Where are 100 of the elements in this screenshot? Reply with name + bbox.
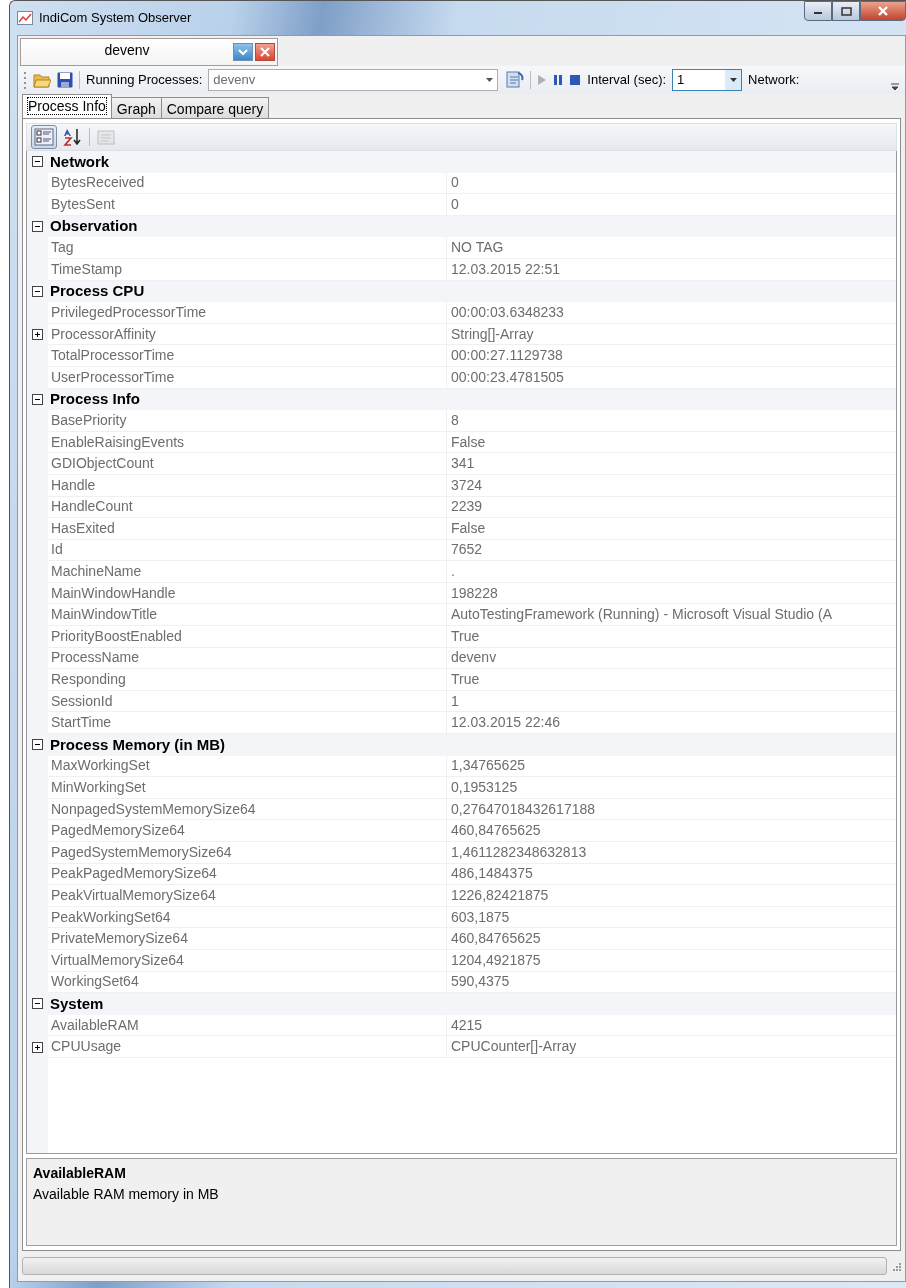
property-value: False [447, 518, 896, 540]
property-name: BytesReceived [48, 172, 447, 195]
property-value: 0 [447, 172, 896, 195]
property-value: CPUCounter[]-Array [447, 1036, 896, 1058]
property-value: 7652 [447, 539, 896, 562]
property-name: MinWorkingSet [48, 777, 447, 799]
collapse-button[interactable] [32, 998, 43, 1010]
process-combo[interactable]: devenv [208, 69, 499, 91]
property-name: PeakPagedMemorySize64 [48, 863, 447, 886]
dropdown-button[interactable] [233, 43, 253, 61]
property-value: AutoTestingFramework (Running) - Microsoft Visual Studio (A [447, 604, 896, 627]
property-name: AvailableRAM [48, 1014, 447, 1037]
property-name: VirtualMemorySize64 [48, 949, 447, 972]
property-name: PriorityBoostEnabled [48, 626, 447, 648]
close-tab-button[interactable] [255, 43, 275, 61]
property-name: CPUUsage [48, 1036, 447, 1058]
chevron-down-icon [238, 48, 248, 56]
close-icon [877, 6, 889, 16]
description-title: AvailableRAM [33, 1164, 127, 1183]
chart-icon [17, 11, 33, 25]
property-value: 1,4611282348632813 [447, 842, 896, 864]
save-icon[interactable] [57, 72, 73, 88]
property-value: . [447, 561, 896, 583]
window-title: IndiCom System Observer [39, 9, 192, 28]
minimize-button[interactable] [804, 1, 832, 21]
tab[interactable]: Process Info [22, 94, 112, 118]
property-value: 198228 [447, 582, 896, 605]
property-name: GDIObjectCount [48, 453, 447, 475]
close-icon [260, 47, 270, 57]
property-name: MaxWorkingSet [48, 755, 447, 778]
collapse-button[interactable] [32, 285, 43, 297]
property-name: NonpagedSystemMemorySize64 [48, 798, 447, 821]
pause-icon[interactable] [553, 74, 564, 86]
property-name: PagedMemorySize64 [48, 820, 447, 842]
overflow-icon[interactable] [891, 83, 899, 91]
property-name: ProcessorAffinity [48, 323, 447, 346]
interval-value: 1 [677, 71, 685, 90]
process-label: Running Processes: [86, 71, 203, 90]
category-name: Network [49, 151, 110, 172]
stop-icon[interactable] [569, 74, 582, 86]
property-name: BytesSent [48, 194, 447, 216]
collapse-button[interactable] [32, 221, 43, 233]
property-value: 3724 [447, 474, 896, 497]
property-name: PrivilegedProcessorTime [48, 302, 447, 324]
property-name: Responding [48, 669, 447, 691]
property-name: BasePriority [48, 410, 447, 432]
property-value: 12.03.2015 22:51 [447, 258, 896, 281]
dropdown-arrow-icon [485, 78, 493, 82]
property-name: Handle [48, 474, 447, 497]
property-value: 2239 [447, 496, 896, 519]
property-value: 4215 [447, 1014, 896, 1037]
property-value: 1204,4921875 [447, 949, 896, 972]
property-name: Tag [48, 237, 447, 259]
expand-button[interactable] [32, 329, 43, 341]
process-value: devenv [213, 71, 256, 90]
folder-icon[interactable] [33, 72, 51, 88]
property-value: 0 [447, 194, 896, 216]
close-button[interactable] [860, 1, 906, 21]
category-name: Process Info [49, 389, 141, 410]
property-value: 00:00:27.1129738 [447, 345, 896, 367]
property-name: PrivateMemorySize64 [48, 928, 447, 950]
tab[interactable]: Graph [110, 97, 162, 118]
document-tab-label: devenv [103, 40, 151, 60]
property-name: Id [48, 539, 447, 562]
category-name: System [49, 993, 104, 1014]
property-value: 460,84765625 [447, 820, 896, 842]
property-name: MachineName [48, 561, 447, 583]
property-name: PagedSystemMemorySize64 [48, 842, 447, 864]
property-value: True [447, 669, 896, 691]
refresh-icon[interactable] [504, 70, 525, 90]
interval-combo[interactable]: 1 [672, 69, 743, 91]
maximize-icon [840, 6, 852, 16]
network-label: Network: [748, 71, 800, 90]
property-value: 1 [447, 690, 896, 713]
property-name: MainWindowHandle [48, 582, 447, 605]
maximize-button[interactable] [832, 1, 860, 21]
categorized-icon [34, 128, 54, 146]
property-value: False [447, 431, 896, 454]
dropdown-arrow-icon [729, 78, 737, 82]
property-value: 1,34765625 [447, 755, 896, 778]
property-name: SessionId [48, 690, 447, 713]
property-value: 341 [447, 453, 896, 475]
collapse-button[interactable] [32, 739, 43, 751]
tab[interactable]: Compare query [160, 97, 270, 118]
property-name: EnableRaisingEvents [48, 431, 447, 454]
expand-button[interactable] [32, 1041, 43, 1053]
category-name: Process Memory (in MB) [49, 734, 226, 755]
property-value: NO TAG [447, 237, 896, 259]
property-value: String[]-Array [447, 323, 896, 346]
property-value: 0,1953125 [447, 777, 896, 799]
category-name: Process CPU [49, 281, 145, 302]
property-name: HandleCount [48, 496, 447, 519]
collapse-button[interactable] [32, 393, 43, 405]
property-name: HasExited [48, 518, 447, 540]
sort-az-icon [63, 128, 83, 146]
collapse-button[interactable] [32, 156, 43, 168]
document-tab[interactable]: devenv [20, 38, 278, 66]
property-value: 460,84765625 [447, 928, 896, 950]
property-value: True [447, 626, 896, 648]
property-value: 8 [447, 410, 896, 432]
